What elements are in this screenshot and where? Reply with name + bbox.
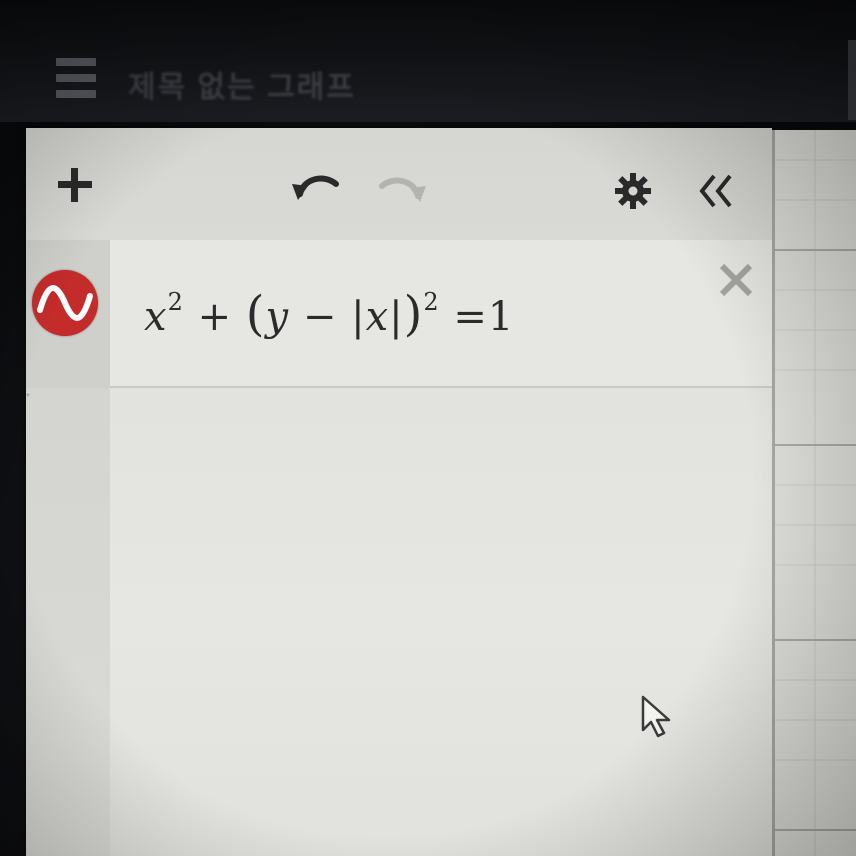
redo-icon[interactable] xyxy=(378,170,428,204)
hamburger-line xyxy=(56,90,96,98)
expression-panel: * * x2 + (y − |x|)2 =1 xyxy=(26,128,772,856)
graph-canvas[interactable] xyxy=(772,130,856,856)
delete-expression-icon[interactable] xyxy=(716,260,756,300)
screen: 제목 없는 그래프 * x2 + (y − |x|)2 =1 xyxy=(0,0,856,856)
math-exponent: 2 xyxy=(423,287,440,316)
math-operator: + xyxy=(197,294,233,340)
graph-grid xyxy=(775,130,856,856)
math-exponent: 2 xyxy=(167,287,184,316)
hamburger-menu-icon[interactable] xyxy=(56,58,96,98)
math-var: y xyxy=(265,294,290,340)
title-bar: 제목 없는 그래프 xyxy=(0,0,856,122)
math-abs-bar: | xyxy=(389,294,404,340)
math-var: x xyxy=(144,294,168,340)
undo-icon[interactable] xyxy=(290,168,340,202)
new-expression-area[interactable] xyxy=(110,388,772,856)
expression-toolbar xyxy=(26,128,772,242)
hamburger-line xyxy=(56,74,96,82)
hamburger-line xyxy=(56,58,96,66)
math-abs-bar: | xyxy=(351,294,366,340)
mouse-pointer-icon xyxy=(640,694,674,745)
plus-icon[interactable] xyxy=(56,166,94,204)
math-number: 1 xyxy=(487,294,515,340)
gutter-mark: * xyxy=(26,392,30,403)
expression-1-input[interactable]: x2 + (y − |x|)2 =1 xyxy=(144,286,514,342)
math-operator: − xyxy=(302,294,338,340)
graph-title[interactable]: 제목 없는 그래프 xyxy=(128,62,356,106)
math-operator: = xyxy=(453,294,488,340)
math-paren: ( xyxy=(245,286,266,342)
double-chevron-left-icon[interactable] xyxy=(696,172,736,210)
math-paren: ) xyxy=(403,286,424,342)
math-var: x xyxy=(365,294,390,340)
expression-1-color-icon[interactable] xyxy=(32,270,98,336)
gear-icon[interactable] xyxy=(614,172,652,210)
window-edge xyxy=(848,40,856,120)
